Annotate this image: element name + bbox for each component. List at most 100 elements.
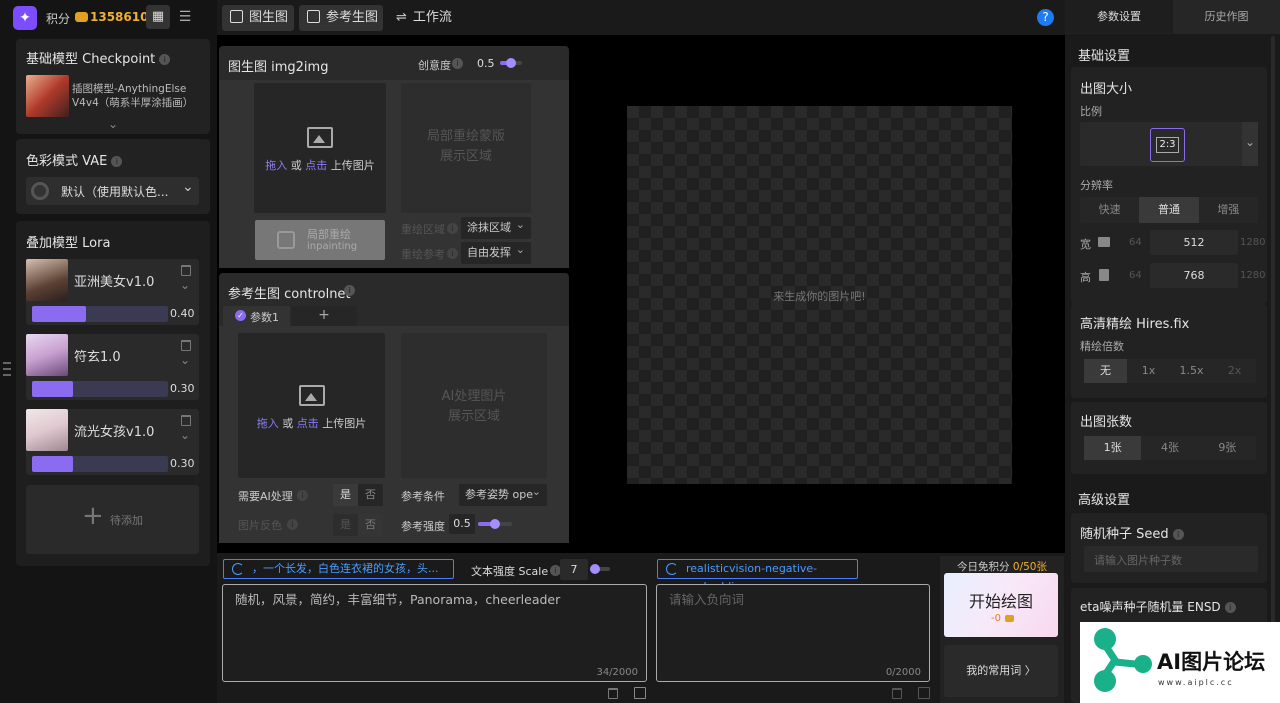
trash-icon[interactable] (181, 265, 191, 276)
resolution-selector[interactable]: 快速 普通 增强 (1080, 197, 1258, 223)
checkpoint-thumbnail[interactable] (26, 75, 69, 117)
ref-select[interactable]: 自由发挥 (461, 239, 531, 264)
info-icon[interactable]: i (447, 223, 458, 234)
lora-weight-slider[interactable] (32, 456, 168, 472)
lora-item[interactable]: 符玄1.0 ⌄ 0.30 (26, 334, 199, 400)
prompt-input[interactable]: 随机，风景，简约，丰富细节，Panorama，cheerleader 34/20… (222, 584, 647, 682)
help-icon[interactable]: ? (1037, 9, 1054, 26)
creativity-label: 创意度 (418, 59, 451, 72)
vae-select[interactable]: 默认（使用默认色... ⌄ (26, 177, 199, 205)
prompt-count: 34/2000 (596, 667, 638, 678)
lora-item[interactable]: 流光女孩v1.0 ⌄ 0.30 (26, 409, 199, 475)
info-icon[interactable]: i (111, 156, 123, 167)
cond-select[interactable]: 参考姿势 ope (459, 481, 547, 506)
info-icon[interactable]: i (1172, 529, 1184, 540)
creativity-slider[interactable] (500, 58, 522, 68)
lora-thumbnail (26, 334, 68, 376)
scale-slider[interactable] (590, 564, 610, 574)
add-lora-button[interactable]: + 待添加 (26, 485, 199, 554)
hires-selector[interactable]: 无 1x 1.5x 2x (1084, 359, 1256, 383)
drag-handle-icon[interactable] (3, 362, 11, 376)
chevron-down-icon[interactable]: ⌄ (108, 117, 118, 131)
lora-weight-slider[interactable] (32, 306, 168, 322)
refresh-icon[interactable] (666, 563, 678, 575)
scale-thumb[interactable] (590, 564, 600, 574)
res-option[interactable]: 快速 (1080, 197, 1139, 223)
check-circle-icon: ✓ (235, 310, 246, 321)
controlnet-upload-area[interactable]: 拖入 或 点击 上传图片 (238, 333, 385, 478)
grid-view-button[interactable]: ▦ (146, 5, 170, 29)
yes-option[interactable]: 是 (333, 484, 358, 506)
invert-toggle[interactable]: 是否 (333, 514, 383, 536)
start-drawing-button[interactable]: 开始绘图 -0 (944, 573, 1058, 637)
height-input[interactable]: 768 (1150, 263, 1238, 288)
area-select[interactable]: 涂抹区域 (461, 214, 531, 239)
info-icon[interactable]: i (159, 54, 171, 65)
negative-preset-tag[interactable]: realisticvision-negative-embedding (657, 559, 858, 593)
app-logo[interactable]: ✦ (13, 6, 37, 30)
chevron-down-icon[interactable]: ⌄ (180, 353, 190, 367)
res-option[interactable]: 增强 (1199, 197, 1258, 223)
count-option[interactable]: 4张 (1141, 436, 1198, 460)
common-words-button[interactable]: 我的常用词 〉 (944, 645, 1058, 697)
res-option[interactable]: 普通 (1139, 197, 1199, 223)
creativity-thumb[interactable] (506, 58, 516, 68)
tab-img2img[interactable]: 图生图 (222, 5, 294, 31)
strength-value[interactable]: 0.5 (449, 514, 475, 534)
free-quota: 今日免积分 0/50张 (957, 561, 1047, 573)
info-icon[interactable]: i (447, 248, 458, 259)
lora-weight-slider[interactable] (32, 381, 168, 397)
hires-option[interactable]: 1x (1127, 359, 1170, 383)
tab-param-1[interactable]: ✓ 参数1 (223, 306, 290, 326)
yes-option[interactable]: 是 (333, 514, 358, 536)
count-selector[interactable]: 1张 4张 9张 (1084, 436, 1256, 460)
ratio-option[interactable]: 2:3 (1150, 128, 1185, 162)
tab-reference[interactable]: 参考生图 (299, 5, 383, 31)
prompt-preset-tag[interactable]: ，一个长发，白色连衣裙的女孩，头... (223, 559, 454, 579)
hires-option[interactable]: 无 (1084, 359, 1127, 383)
need-ai-toggle[interactable]: 是否 (333, 484, 383, 506)
trash-icon[interactable] (892, 688, 902, 699)
info-icon[interactable]: i (1224, 602, 1236, 613)
chevron-down-icon[interactable]: ⌄ (180, 428, 190, 442)
hires-option[interactable]: 1.5x (1170, 359, 1213, 383)
tab-params[interactable]: 参数设置 (1065, 0, 1173, 34)
mask-preview-area: 局部重绘蒙版 展示区域 (401, 83, 531, 213)
scale-value[interactable]: 7 (560, 559, 588, 580)
strength-thumb[interactable] (490, 519, 500, 529)
inpaint-icon (277, 231, 295, 249)
info-icon[interactable]: i (287, 519, 298, 530)
tab-workflow[interactable]: ⇌ 工作流 (389, 5, 459, 31)
tab-history[interactable]: 历史作图 (1173, 0, 1280, 34)
trash-icon[interactable] (608, 688, 618, 699)
info-icon[interactable]: i (344, 285, 355, 296)
height-icon (1099, 269, 1109, 281)
lora-weight-fill (32, 381, 73, 397)
trash-icon[interactable] (181, 415, 191, 426)
ratio-expand-button[interactable]: ⌄ (1242, 122, 1258, 166)
right-scrollbar[interactable] (1271, 36, 1275, 676)
chevron-down-icon[interactable]: ⌄ (180, 278, 190, 292)
list-view-button[interactable]: ☰ (173, 5, 197, 29)
checkpoint-name[interactable]: 插图模型-AnythingElse V4v4（萌系半厚涂插画） (72, 82, 204, 110)
count-option[interactable]: 9张 (1199, 436, 1256, 460)
save-icon[interactable] (918, 687, 930, 699)
save-icon[interactable] (634, 687, 646, 699)
no-option[interactable]: 否 (358, 484, 383, 506)
trash-icon[interactable] (181, 340, 191, 351)
no-option[interactable]: 否 (358, 514, 383, 536)
ref-label: 重绘参考 (401, 248, 445, 261)
hires-option[interactable]: 2x (1213, 359, 1256, 383)
negative-input[interactable]: 请输入负向词 0/2000 (656, 584, 930, 682)
inpainting-button[interactable]: 局部重绘 inpainting (255, 220, 385, 260)
info-icon[interactable]: i (297, 490, 308, 501)
add-param-tab-button[interactable]: + (291, 306, 357, 326)
lora-item[interactable]: 亚洲美女v1.0 ⌄ 0.40 (26, 259, 199, 325)
seed-input[interactable]: 请输入图片种子数 (1084, 546, 1258, 572)
info-icon[interactable]: i (452, 58, 463, 69)
width-input[interactable]: 512 (1150, 230, 1238, 255)
img2img-upload-area[interactable]: 拖入 或 点击 上传图片 (254, 83, 386, 213)
count-option[interactable]: 1张 (1084, 436, 1142, 460)
refresh-icon[interactable] (232, 563, 244, 575)
strength-slider[interactable] (478, 519, 512, 529)
